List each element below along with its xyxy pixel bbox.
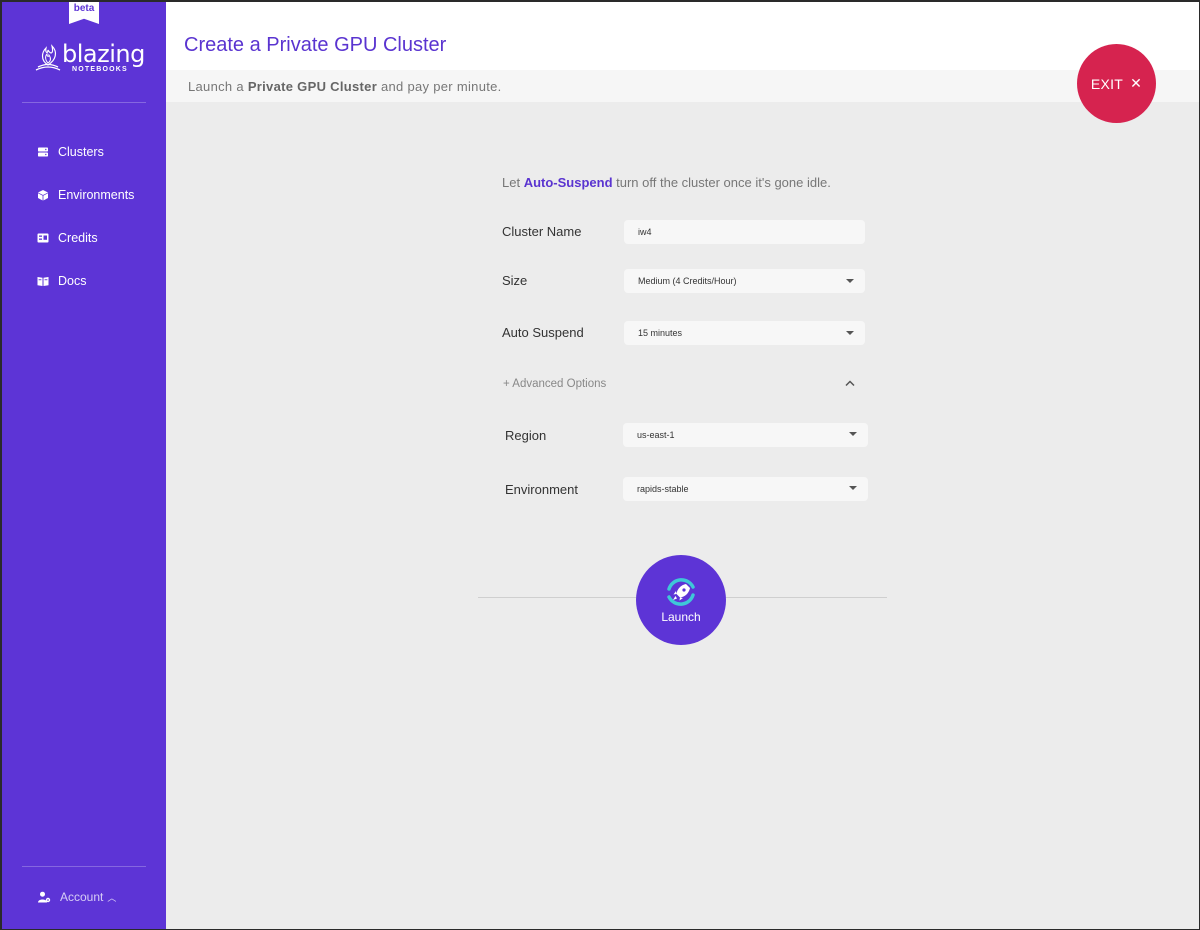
region-label: Region [505, 428, 547, 443]
account-label: Account [60, 890, 104, 904]
caret-down-icon [849, 486, 857, 490]
sidebar-divider [22, 102, 146, 103]
region-select[interactable]: us-east-1 [623, 423, 868, 447]
intro-text: Let [502, 175, 524, 190]
sidebar-item-label: Credits [58, 230, 98, 245]
sidebar-nav: Clusters Environments Credits Docs [2, 130, 166, 302]
sidebar-item-label: Docs [58, 273, 87, 288]
subtitle-highlight: Private GPU Cluster [247, 79, 378, 94]
exit-label: EXIT [1090, 75, 1124, 92]
environment-select[interactable]: rapids-stable [623, 477, 868, 501]
cluster-name-label: Cluster Name [502, 224, 582, 239]
launch-button[interactable]: Launch [636, 555, 726, 645]
app-window: beta blazing NOTEBOOKS Clusters Environm… [2, 2, 1199, 929]
credits-icon [37, 233, 49, 242]
sidebar-item-clusters[interactable]: Clusters [2, 130, 166, 173]
logo-wordmark: blazing [62, 40, 145, 68]
logo-subtitle: NOTEBOOKS [72, 66, 128, 73]
server-icon [38, 147, 48, 156]
cluster-name-input[interactable]: iw4 [624, 220, 865, 244]
intro-text: turn off the cluster once it's gone idle… [612, 175, 831, 190]
environment-label: Environment [505, 482, 578, 497]
subtitle-bar: Launch a Private GPU Cluster and pay per… [166, 70, 1199, 102]
sidebar-item-docs[interactable]: Docs [2, 259, 166, 302]
region-value: us-east-1 [637, 430, 675, 440]
rocket-icon [667, 577, 695, 606]
logo[interactable]: blazing NOTEBOOKS [32, 38, 145, 80]
environment-value: rapids-stable [637, 484, 689, 494]
auto-suspend-intro: Let Auto-Suspend turn off the cluster on… [502, 175, 831, 190]
flame-book-icon [35, 44, 61, 71]
cube-icon [38, 189, 48, 200]
sidebar-item-label: Clusters [58, 144, 104, 159]
subtitle-text: and pay per minute. [377, 79, 502, 94]
page-subtitle: Launch a Private GPU Cluster and pay per… [188, 79, 502, 94]
user-gear-icon [38, 891, 51, 903]
page-title: Create a Private GPU Cluster [184, 34, 447, 56]
auto-suspend-select[interactable]: 15 minutes [624, 321, 865, 345]
sidebar-item-environments[interactable]: Environments [2, 173, 166, 216]
caret-down-icon [846, 331, 854, 335]
caret-down-icon [849, 432, 857, 436]
size-select[interactable]: Medium (4 Credits/Hour) [624, 269, 865, 293]
exit-button[interactable]: EXIT ✕ [1077, 44, 1156, 123]
auto-suspend-label: Auto Suspend [502, 325, 584, 340]
caret-down-icon [846, 279, 854, 283]
chevron-up-icon[interactable] [845, 379, 855, 387]
beta-badge: beta [69, 2, 99, 24]
advanced-options-toggle[interactable]: + Advanced Options [503, 378, 606, 390]
sidebar-divider [22, 866, 146, 867]
launch-label: Launch [661, 609, 701, 624]
account-menu[interactable]: Account ︿ [38, 890, 116, 904]
book-icon [37, 276, 49, 286]
size-label: Size [502, 273, 528, 288]
intro-highlight: Auto-Suspend [523, 175, 613, 190]
cluster-name-value: iw4 [638, 227, 652, 237]
sidebar-item-label: Environments [58, 187, 135, 202]
close-icon: ✕ [1130, 75, 1143, 91]
page-header: Create a Private GPU Cluster Launch a Pr… [166, 2, 1199, 102]
auto-suspend-value: 15 minutes [638, 328, 683, 338]
subtitle-text: Launch a [188, 79, 248, 94]
chevron-up-icon: ︿ [107, 892, 117, 903]
sidebar: beta blazing NOTEBOOKS Clusters Environm… [2, 2, 166, 929]
sidebar-item-credits[interactable]: Credits [2, 216, 166, 259]
size-value: Medium (4 Credits/Hour) [638, 276, 737, 286]
